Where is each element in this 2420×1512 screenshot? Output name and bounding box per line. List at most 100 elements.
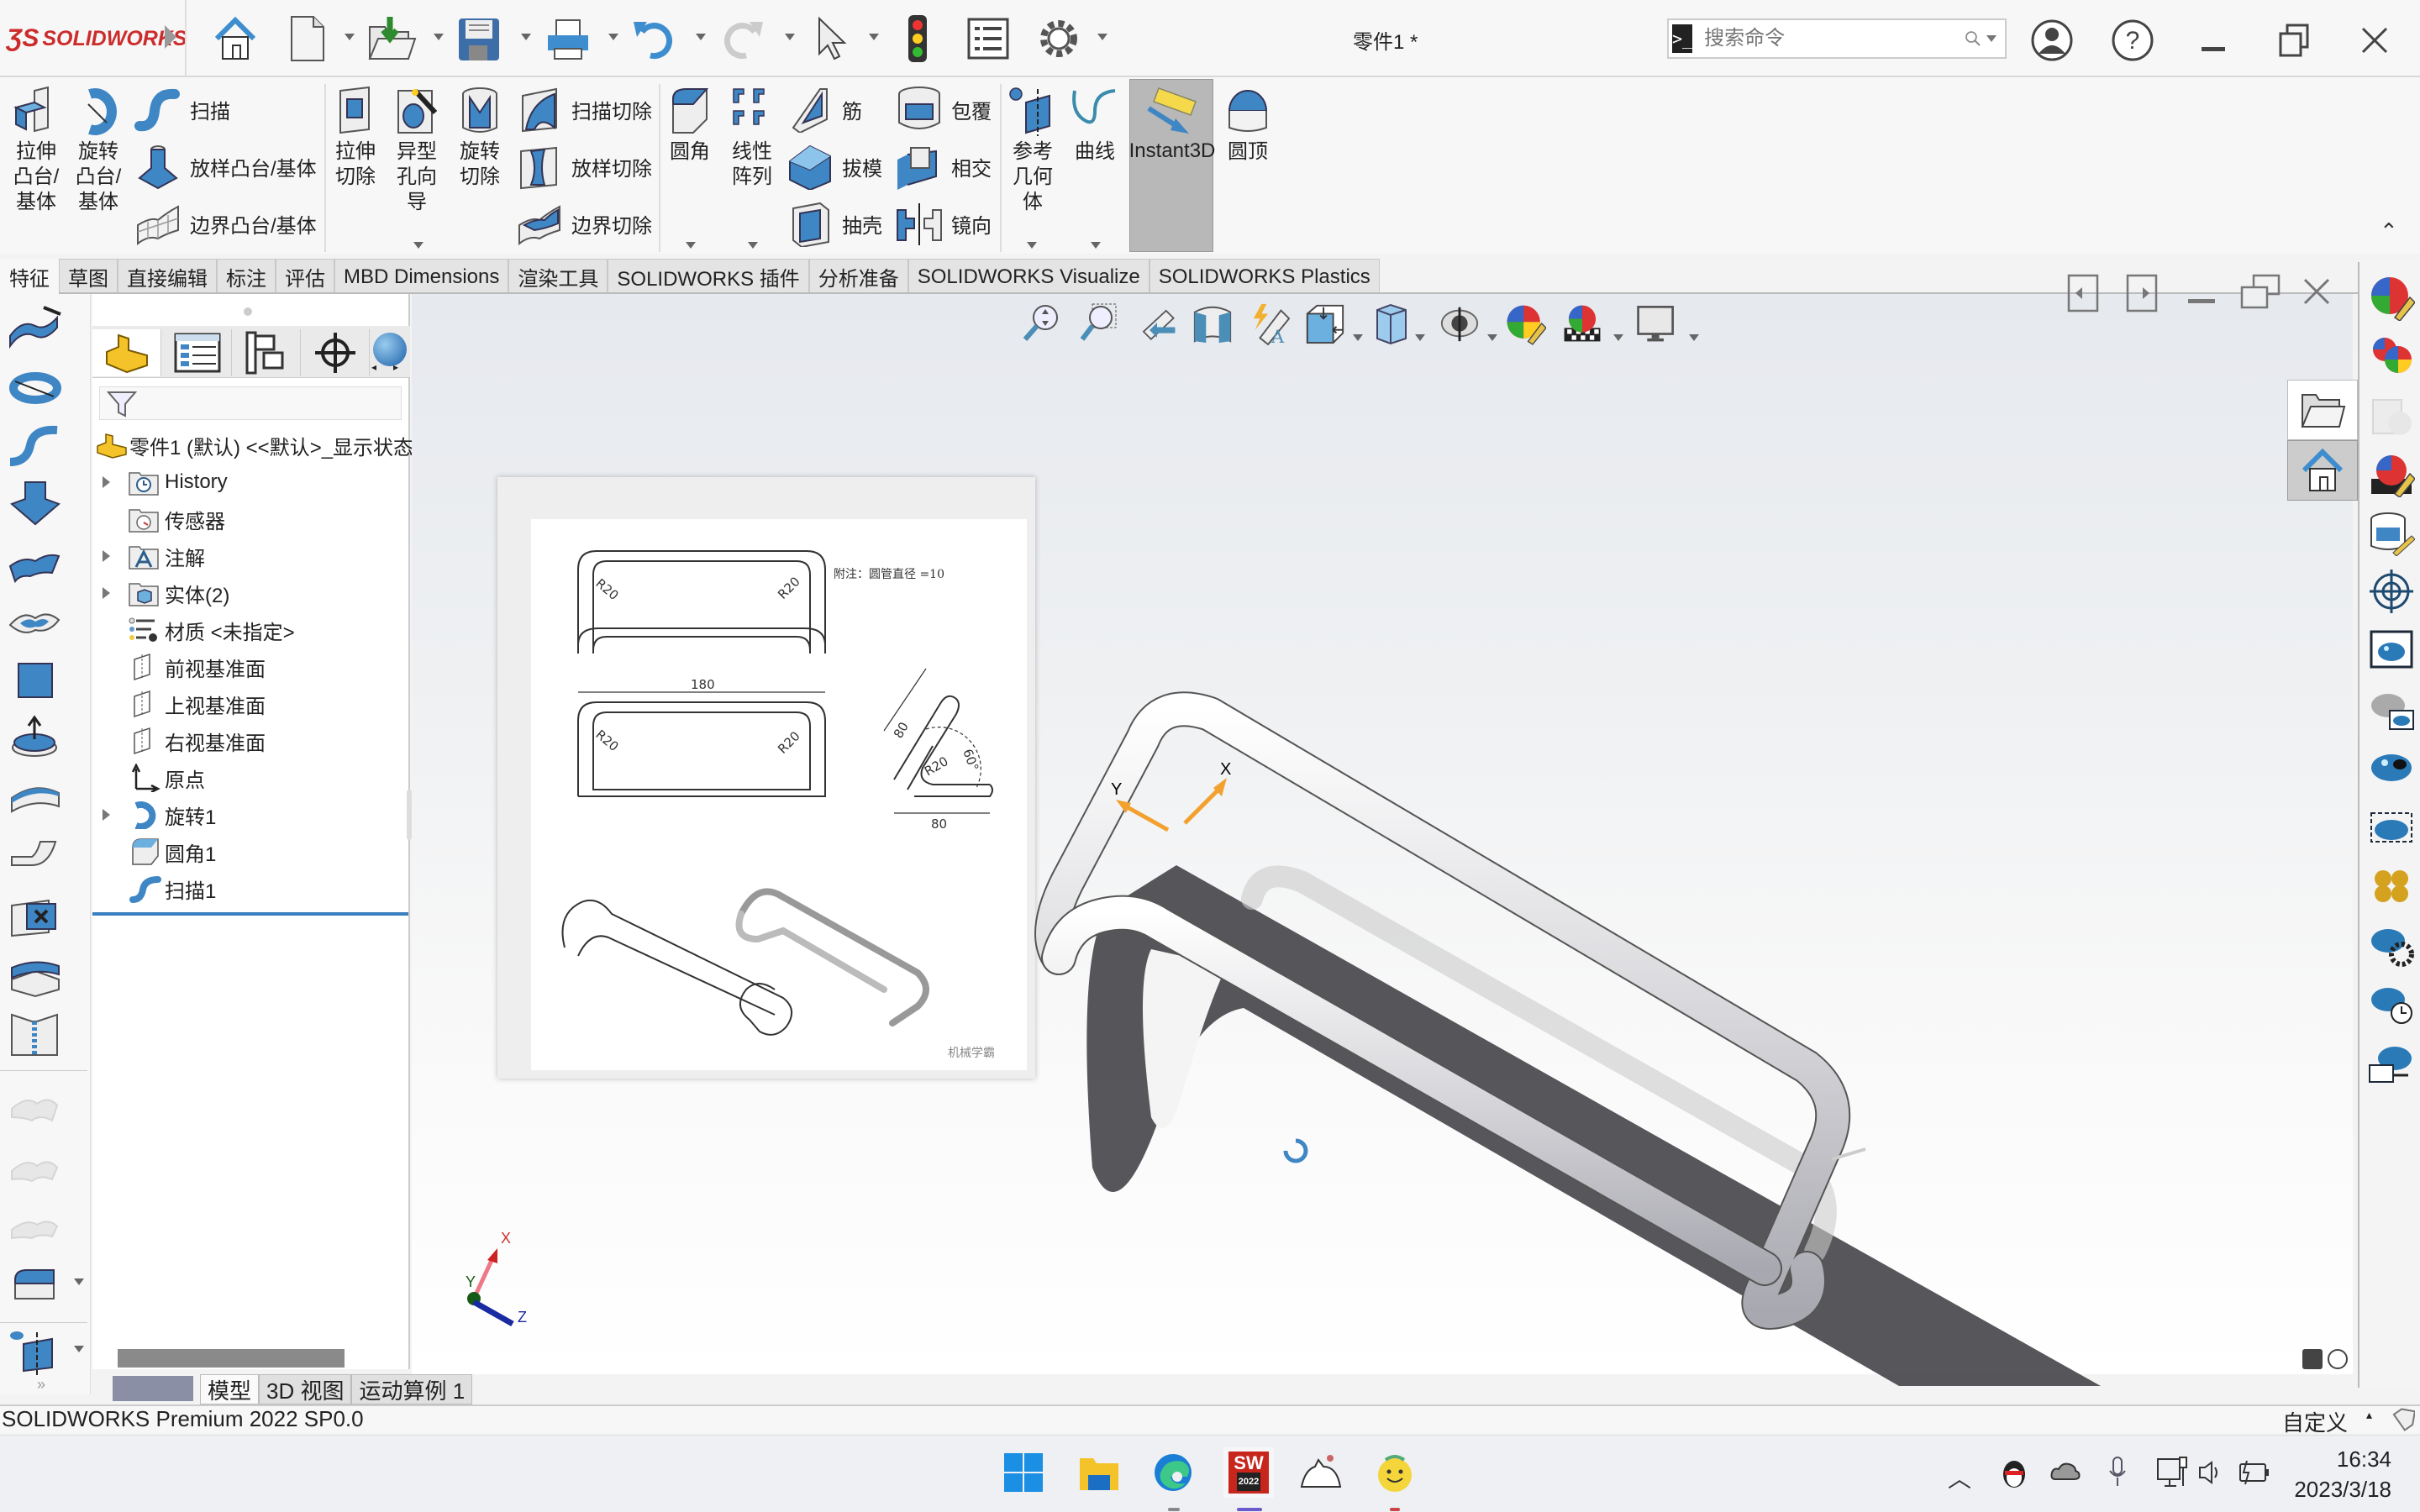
tab-3d-views[interactable]: 3D 视图 bbox=[259, 1374, 352, 1404]
microphone-icon[interactable] bbox=[2107, 1456, 2128, 1489]
select-button[interactable] bbox=[805, 12, 859, 66]
minimize-button[interactable] bbox=[2188, 15, 2238, 66]
revolve-boss-button[interactable]: 旋转 凸台/ 基体 bbox=[69, 86, 128, 215]
display-style-button[interactable] bbox=[1371, 302, 1413, 345]
restore-button[interactable] bbox=[2269, 15, 2319, 66]
extrude-boss-button[interactable]: 拉伸 凸台/ 基体 bbox=[7, 86, 66, 215]
sweep-cut-button[interactable]: 扫描切除 bbox=[516, 86, 652, 133]
thicken-icon[interactable] bbox=[7, 1260, 62, 1310]
more-chevron-icon[interactable]: » bbox=[37, 1376, 45, 1394]
tab-model[interactable]: 模型 bbox=[200, 1374, 260, 1404]
tree-item-front-plane[interactable]: 前视基准面 bbox=[92, 648, 410, 685]
shell-button[interactable]: 抽壳 bbox=[786, 200, 882, 247]
expand-arrow-icon[interactable] bbox=[103, 550, 110, 562]
units-dropdown-icon[interactable]: ▴ bbox=[2366, 1408, 2372, 1422]
network-ethernet-icon[interactable] bbox=[2156, 1456, 2190, 1489]
tab-features[interactable]: 特征 bbox=[0, 259, 59, 294]
render-options-icon[interactable] bbox=[2368, 862, 2415, 909]
tag-icon[interactable] bbox=[2391, 1408, 2415, 1431]
reference-geometry-dropdown-icon[interactable] bbox=[1027, 242, 1037, 249]
3d-model-bent-tube[interactable]: X Y bbox=[1008, 647, 2353, 1386]
final-render-icon[interactable] bbox=[2368, 744, 2415, 791]
revolved-surface-icon[interactable] bbox=[7, 363, 62, 413]
expand-arrow-icon[interactable] bbox=[103, 476, 110, 488]
surface-flatten-icon[interactable] bbox=[7, 832, 62, 882]
linear-pattern-button[interactable]: 线性 阵列 bbox=[726, 86, 778, 190]
close-button[interactable] bbox=[2349, 15, 2400, 66]
hide-show-dropdown-icon[interactable] bbox=[1487, 334, 1497, 341]
fillet-button[interactable]: 圆角 bbox=[664, 86, 716, 165]
surface-untrim-icon[interactable] bbox=[7, 1142, 62, 1193]
ruled-surface-icon[interactable] bbox=[7, 773, 62, 823]
curves-dropdown-icon[interactable] bbox=[1091, 242, 1101, 249]
filled-surface-icon[interactable] bbox=[7, 596, 62, 647]
edit-decal-icon[interactable] bbox=[2368, 509, 2415, 556]
sweep-button[interactable]: 扫描 bbox=[134, 86, 230, 133]
volume-speaker-icon[interactable] bbox=[2196, 1457, 2227, 1488]
doc-close-icon[interactable] bbox=[2302, 277, 2331, 306]
search-icon[interactable] bbox=[1965, 26, 1981, 51]
tree-item-sensors[interactable]: 传感器 bbox=[92, 501, 410, 538]
tabs-scroll-right-icon[interactable]: ▸ bbox=[393, 361, 398, 373]
tree-item-solid-bodies[interactable]: 实体(2) bbox=[92, 575, 410, 612]
curves-button[interactable]: 曲线 bbox=[1067, 86, 1123, 165]
preview-window-icon[interactable] bbox=[2368, 685, 2415, 732]
tab-solidworks-visualize[interactable]: SOLIDWORKS Visualize bbox=[908, 259, 1150, 294]
knit-surface-icon[interactable] bbox=[7, 1008, 62, 1058]
apply-scene-dropdown-icon[interactable] bbox=[1613, 334, 1623, 341]
tree-item-right-plane[interactable]: 右视基准面 bbox=[92, 722, 410, 759]
view-orientation-button[interactable] bbox=[1304, 302, 1346, 344]
boundary-surface-icon[interactable] bbox=[7, 538, 62, 588]
home-button[interactable] bbox=[208, 12, 262, 66]
tab-configuration-manager[interactable] bbox=[232, 329, 301, 376]
search-input[interactable] bbox=[1704, 27, 1965, 50]
offset-surface-icon[interactable] bbox=[7, 714, 62, 764]
menu-expand-arrow-icon[interactable] bbox=[165, 25, 176, 49]
camera-target-icon[interactable] bbox=[2368, 568, 2415, 615]
battery-charging-icon[interactable] bbox=[2238, 1459, 2272, 1486]
expand-arrow-icon[interactable] bbox=[103, 587, 110, 599]
display-style-dropdown-icon[interactable] bbox=[1415, 334, 1425, 341]
save-dropdown-icon[interactable] bbox=[521, 34, 531, 40]
tab-solidworks-addins[interactable]: SOLIDWORKS 插件 bbox=[608, 259, 809, 294]
hole-wizard-button[interactable]: 异型 孔向 导 bbox=[387, 86, 447, 215]
reference-drawing-image[interactable]: 附注：圆管直径 =10 180 R20 R20 R20 R20 80 R20 6… bbox=[497, 477, 1035, 1079]
help-button[interactable]: ? bbox=[2107, 15, 2158, 66]
rib-button[interactable]: 筋 bbox=[786, 86, 862, 133]
start-button[interactable] bbox=[998, 1447, 1049, 1498]
copy-appearance-icon[interactable] bbox=[2368, 333, 2415, 380]
solidworks-logo[interactable]: ƷS SOLIDWORKS bbox=[7, 22, 187, 55]
collapse-ribbon-chevron-icon[interactable]: ⌃ bbox=[2380, 218, 2398, 244]
display-manager-tab-icon[interactable] bbox=[373, 333, 407, 366]
render-region-icon[interactable] bbox=[2368, 627, 2415, 674]
section-view-button[interactable] bbox=[1192, 302, 1234, 344]
tree-item-annotations[interactable]: 注解 bbox=[92, 538, 410, 575]
tab-sketch[interactable]: 草图 bbox=[59, 259, 118, 294]
paste-appearance-icon[interactable] bbox=[2368, 391, 2415, 438]
edit-appearance-button[interactable] bbox=[1504, 302, 1546, 345]
y-drag-arrow[interactable] bbox=[1124, 804, 1170, 832]
next-document-icon[interactable] bbox=[2126, 274, 2158, 312]
tab-feature-manager[interactable] bbox=[92, 329, 161, 376]
boundary-cut-button[interactable]: 边界切除 bbox=[516, 200, 652, 247]
redo-button[interactable] bbox=[716, 12, 770, 66]
draft-button[interactable]: 拔模 bbox=[786, 143, 882, 190]
onedrive-cloud-icon[interactable] bbox=[2050, 1461, 2081, 1483]
graphics-area[interactable]: A 附注：圆管直径 =10 180 R20 R20 R20 R20 80 R20… bbox=[412, 274, 2353, 1386]
surface-extend-icon[interactable] bbox=[7, 1201, 62, 1252]
instant3d-button[interactable]: Instant3D bbox=[1129, 79, 1215, 252]
tree-item-material[interactable]: 材质 <未指定> bbox=[92, 612, 410, 648]
select-dropdown-icon[interactable] bbox=[869, 34, 879, 40]
solidworks-taskbar-button[interactable]: SW 2022 bbox=[1223, 1447, 1274, 1498]
view-settings-dropdown-icon[interactable] bbox=[1689, 334, 1699, 341]
tab-solidworks-resources[interactable] bbox=[2287, 440, 2358, 501]
surface-trim-icon[interactable] bbox=[7, 1084, 62, 1134]
tab-render-tools[interactable]: 渲染工具 bbox=[508, 259, 608, 294]
emoji-app-button[interactable] bbox=[1370, 1447, 1420, 1498]
undo-button[interactable] bbox=[627, 12, 681, 66]
rebuild-button[interactable] bbox=[891, 12, 944, 66]
units-selector[interactable]: 自定义 bbox=[2282, 1406, 2348, 1437]
rollback-bar[interactable] bbox=[92, 912, 408, 916]
qq-penguin-icon[interactable] bbox=[2000, 1456, 2028, 1489]
boundary-boss-button[interactable]: 边界凸台/基体 bbox=[134, 200, 317, 247]
